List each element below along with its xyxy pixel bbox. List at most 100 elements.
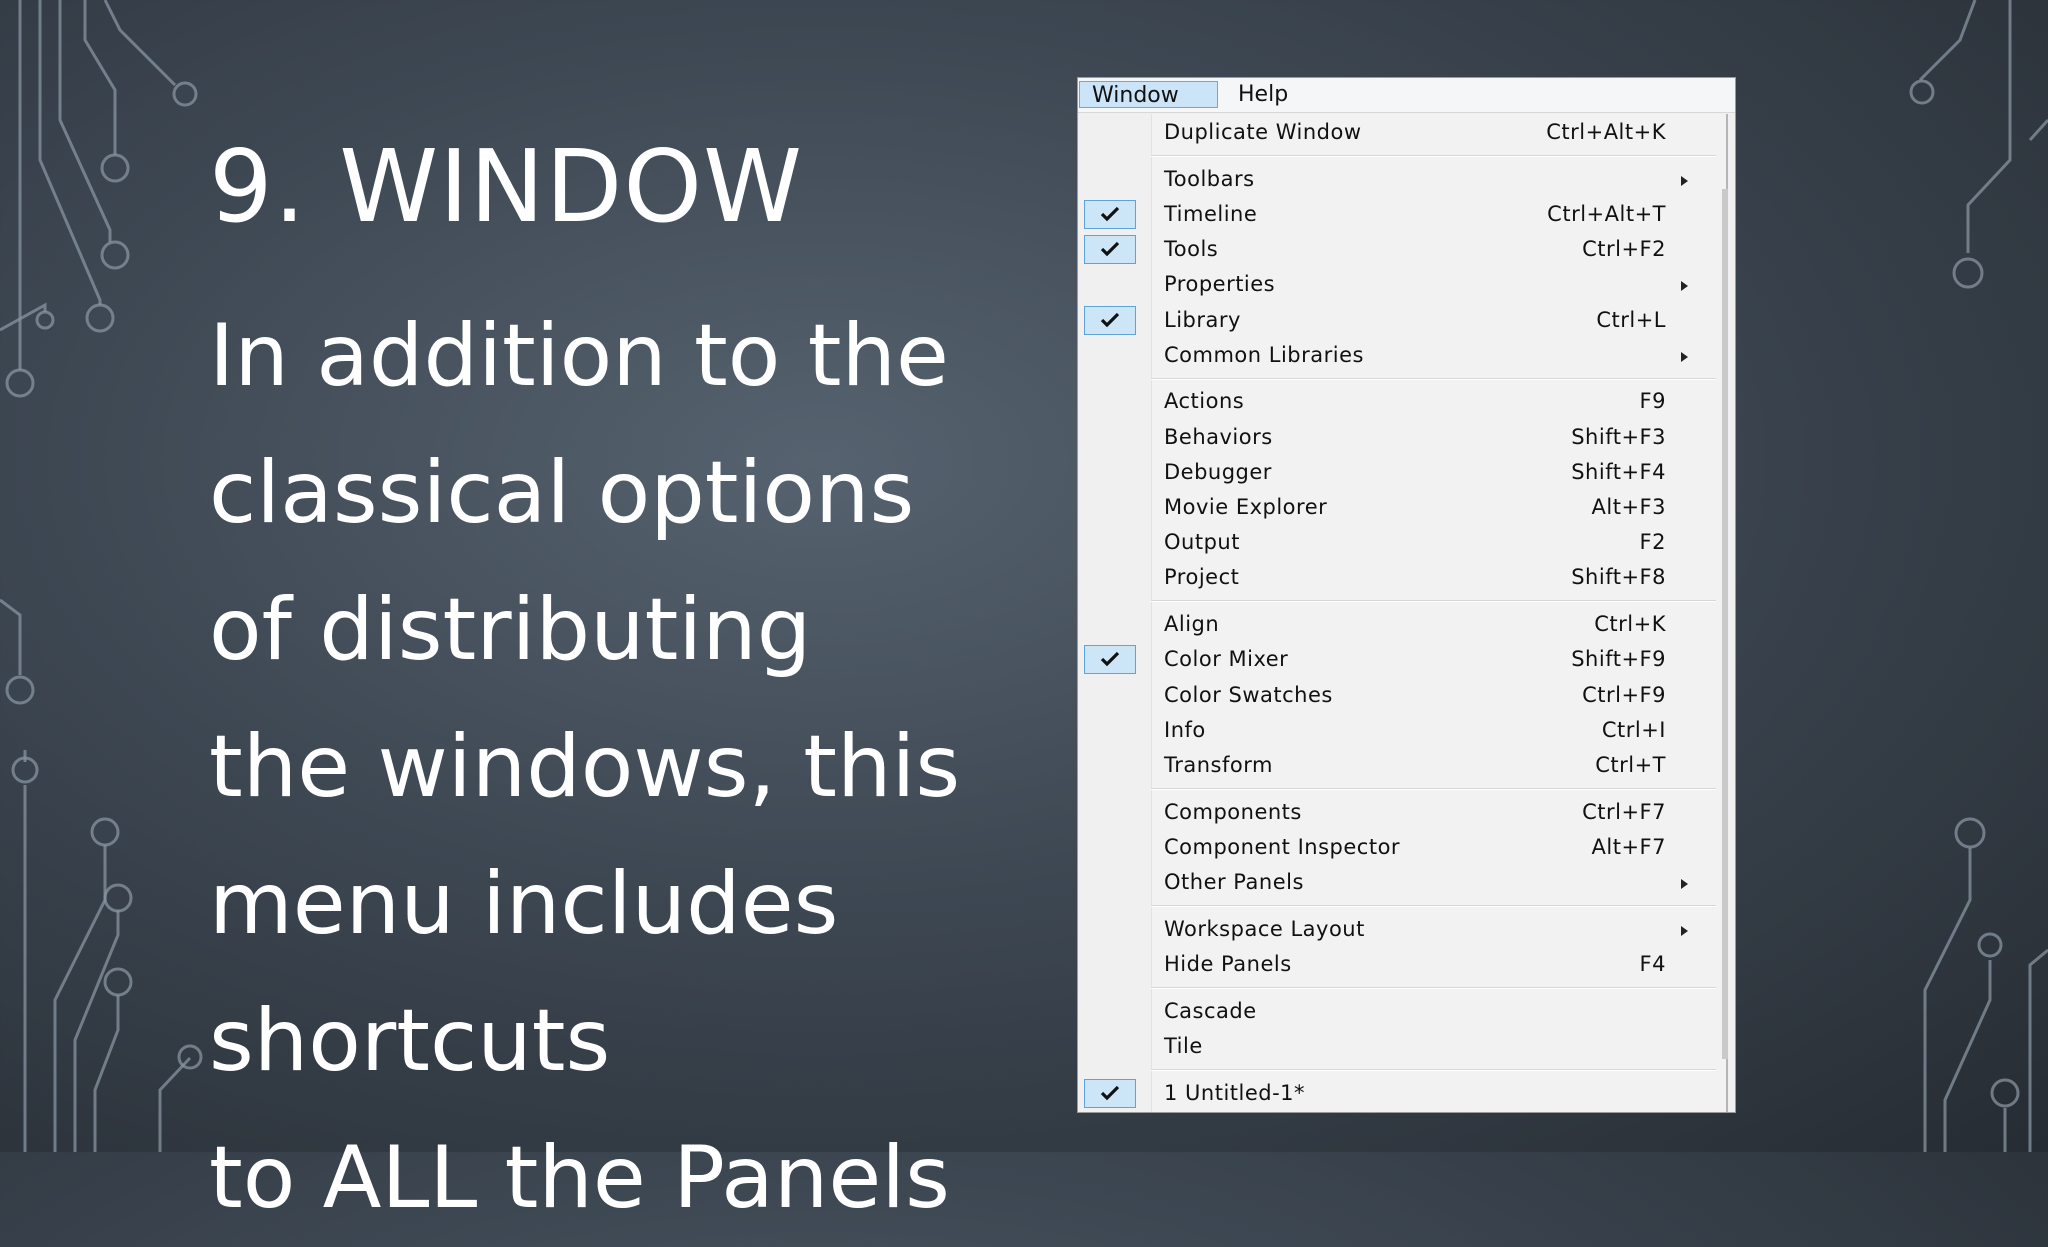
- menu-separator: [1151, 600, 1716, 603]
- menu-item-cascade[interactable]: Cascade: [1078, 995, 1723, 1030]
- checkmark-icon: [1084, 1078, 1136, 1108]
- body-line: of distributing: [209, 580, 812, 680]
- menu-item-shortcut: F4: [1639, 951, 1666, 976]
- menu-item-shortcut: F2: [1639, 530, 1666, 555]
- menu-item-label: Transform: [1164, 752, 1273, 777]
- menu-item-other-panels[interactable]: Other Panels: [1078, 866, 1723, 901]
- submenu-arrow-icon: [1681, 879, 1688, 889]
- menu-item-shortcut: Ctrl+T: [1595, 752, 1666, 777]
- menu-item-behaviors[interactable]: Behaviors Shift+F3: [1078, 421, 1723, 456]
- menu-item-align[interactable]: Align Ctrl+K: [1078, 608, 1723, 643]
- menu-item-label: Behaviors: [1164, 424, 1273, 449]
- menu-item-tile[interactable]: Tile: [1078, 1030, 1723, 1065]
- menu-item-tools[interactable]: Tools Ctrl+F2: [1078, 233, 1723, 268]
- menu-item-hide-panels[interactable]: Hide Panels F4: [1078, 948, 1723, 983]
- menu-item-label: Workspace Layout: [1164, 916, 1365, 941]
- menu-item-debugger[interactable]: Debugger Shift+F4: [1078, 456, 1723, 491]
- menu-item-movie-explorer[interactable]: Movie Explorer Alt+F3: [1078, 491, 1723, 526]
- body-line: the windows, this: [209, 717, 961, 817]
- menu-item-label: Info: [1164, 717, 1206, 742]
- menu-item-shortcut: Shift+F8: [1571, 565, 1666, 590]
- menu-item-timeline[interactable]: Timeline Ctrl+Alt+T: [1078, 198, 1723, 233]
- menu-item-shortcut: Shift+F9: [1571, 647, 1666, 672]
- menubar: Window Help: [1078, 78, 1735, 113]
- checkmark-icon: [1084, 235, 1136, 265]
- window-menu-screenshot: Window Help Duplicate Window Ctrl+Alt+K To…: [1077, 77, 1736, 1113]
- menu-item-label: Timeline: [1164, 201, 1258, 226]
- menu-item-label: Properties: [1164, 272, 1276, 297]
- menu-item-label: Components: [1164, 799, 1302, 824]
- body-line: shortcuts: [209, 991, 611, 1091]
- menu-item-label: Movie Explorer: [1164, 495, 1328, 519]
- menu-item-label: Tile: [1164, 1033, 1203, 1058]
- menu-item-label: 1 Untitled-1*: [1164, 1080, 1306, 1105]
- menu-item-label: Duplicate Window: [1164, 120, 1362, 144]
- slide-body: In addition to the classical options of …: [209, 288, 1069, 1247]
- slide-title: 9. WINDOW: [209, 128, 803, 245]
- menu-item-shortcut: Ctrl+I: [1601, 717, 1666, 742]
- menu-item-label: Debugger: [1164, 459, 1272, 484]
- menu-item-label: Component Inspector: [1164, 834, 1401, 859]
- menu-item-label: Other Panels: [1164, 870, 1304, 894]
- menu-item-library[interactable]: Library Ctrl+L: [1078, 304, 1723, 339]
- dropdown-edge: [1722, 189, 1728, 1059]
- menu-item-actions[interactable]: Actions F9: [1078, 385, 1723, 420]
- menu-item-shortcut: Ctrl+Alt+K: [1546, 120, 1666, 144]
- menu-item-label: Tools: [1164, 237, 1219, 262]
- checkmark-icon: [1084, 305, 1136, 335]
- menu-item-components[interactable]: Components Ctrl+F7: [1078, 796, 1723, 831]
- menu-separator: [1151, 154, 1716, 157]
- menu-separator: [1151, 986, 1716, 989]
- menu-item-info[interactable]: Info Ctrl+I: [1078, 714, 1723, 749]
- menu-item-label: Align: [1164, 612, 1220, 637]
- menu-item-label: Library: [1164, 307, 1241, 332]
- menu-item-project[interactable]: Project Shift+F8: [1078, 561, 1723, 596]
- menu-item-shortcut: Ctrl+F9: [1582, 682, 1666, 707]
- menu-window[interactable]: Window: [1079, 81, 1218, 108]
- menu-help[interactable]: Help: [1226, 81, 1300, 108]
- menu-separator: [1151, 787, 1716, 790]
- body-line: menu includes: [209, 854, 839, 954]
- menu-item-shortcut: F9: [1639, 389, 1666, 414]
- submenu-arrow-icon: [1681, 175, 1688, 186]
- submenu-arrow-icon: [1681, 925, 1688, 936]
- menu-item-label: Actions: [1164, 389, 1245, 414]
- submenu-arrow-icon: [1681, 351, 1688, 362]
- menu-item-label: Toolbars: [1164, 166, 1255, 191]
- menu-item-duplicate-window[interactable]: Duplicate Window Ctrl+Alt+K: [1078, 116, 1723, 151]
- window-dropdown: Duplicate Window Ctrl+Alt+K Toolbars Timeli…: [1078, 114, 1728, 1112]
- menu-item-color-swatches[interactable]: Color Swatches Ctrl+F9: [1078, 679, 1723, 714]
- menu-item-common-libraries[interactable]: Common Libraries: [1078, 339, 1723, 374]
- menu-item-shortcut: Shift+F4: [1571, 459, 1666, 484]
- menu-item-label: Color Swatches: [1164, 682, 1333, 707]
- submenu-arrow-icon: [1681, 281, 1688, 292]
- menu-item-1-untitled-1[interactable]: 1 Untitled-1*: [1078, 1077, 1723, 1112]
- menu-item-shortcut: Alt+F7: [1591, 834, 1666, 859]
- checkmark-icon: [1084, 645, 1136, 675]
- menu-item-transform[interactable]: Transform Ctrl+T: [1078, 749, 1723, 784]
- body-line: to ALL the Panels: [209, 1128, 950, 1228]
- body-line: In addition to the: [209, 306, 949, 406]
- menu-item-label: Color Mixer: [1164, 647, 1289, 672]
- menu-separator: [1151, 1068, 1716, 1071]
- menu-item-label: Common Libraries: [1164, 342, 1364, 367]
- body-line: classical options: [209, 443, 915, 543]
- menu-item-toolbars[interactable]: Toolbars: [1078, 163, 1723, 198]
- menu-item-shortcut: Ctrl+K: [1594, 612, 1666, 637]
- menu-item-shortcut: Ctrl+F2: [1582, 237, 1666, 262]
- menu-item-shortcut: Shift+F3: [1571, 424, 1666, 449]
- menu-item-label: Project: [1164, 565, 1240, 590]
- menu-item-label: Cascade: [1164, 998, 1257, 1023]
- menu-item-shortcut: Ctrl+L: [1596, 307, 1666, 332]
- menu-separator: [1151, 904, 1716, 907]
- checkmark-icon: [1084, 199, 1136, 229]
- menu-separator: [1151, 377, 1716, 380]
- menu-item-component-inspector[interactable]: Component Inspector Alt+F7: [1078, 831, 1723, 866]
- menu-item-color-mixer[interactable]: Color Mixer Shift+F9: [1078, 643, 1723, 678]
- menu-item-output[interactable]: Output F2: [1078, 526, 1723, 561]
- menu-item-shortcut: Alt+F3: [1591, 495, 1666, 519]
- menu-item-shortcut: Ctrl+Alt+T: [1547, 201, 1666, 226]
- menu-item-shortcut: Ctrl+F7: [1582, 799, 1666, 824]
- menu-item-workspace-layout[interactable]: Workspace Layout: [1078, 913, 1723, 948]
- menu-item-properties[interactable]: Properties: [1078, 268, 1723, 303]
